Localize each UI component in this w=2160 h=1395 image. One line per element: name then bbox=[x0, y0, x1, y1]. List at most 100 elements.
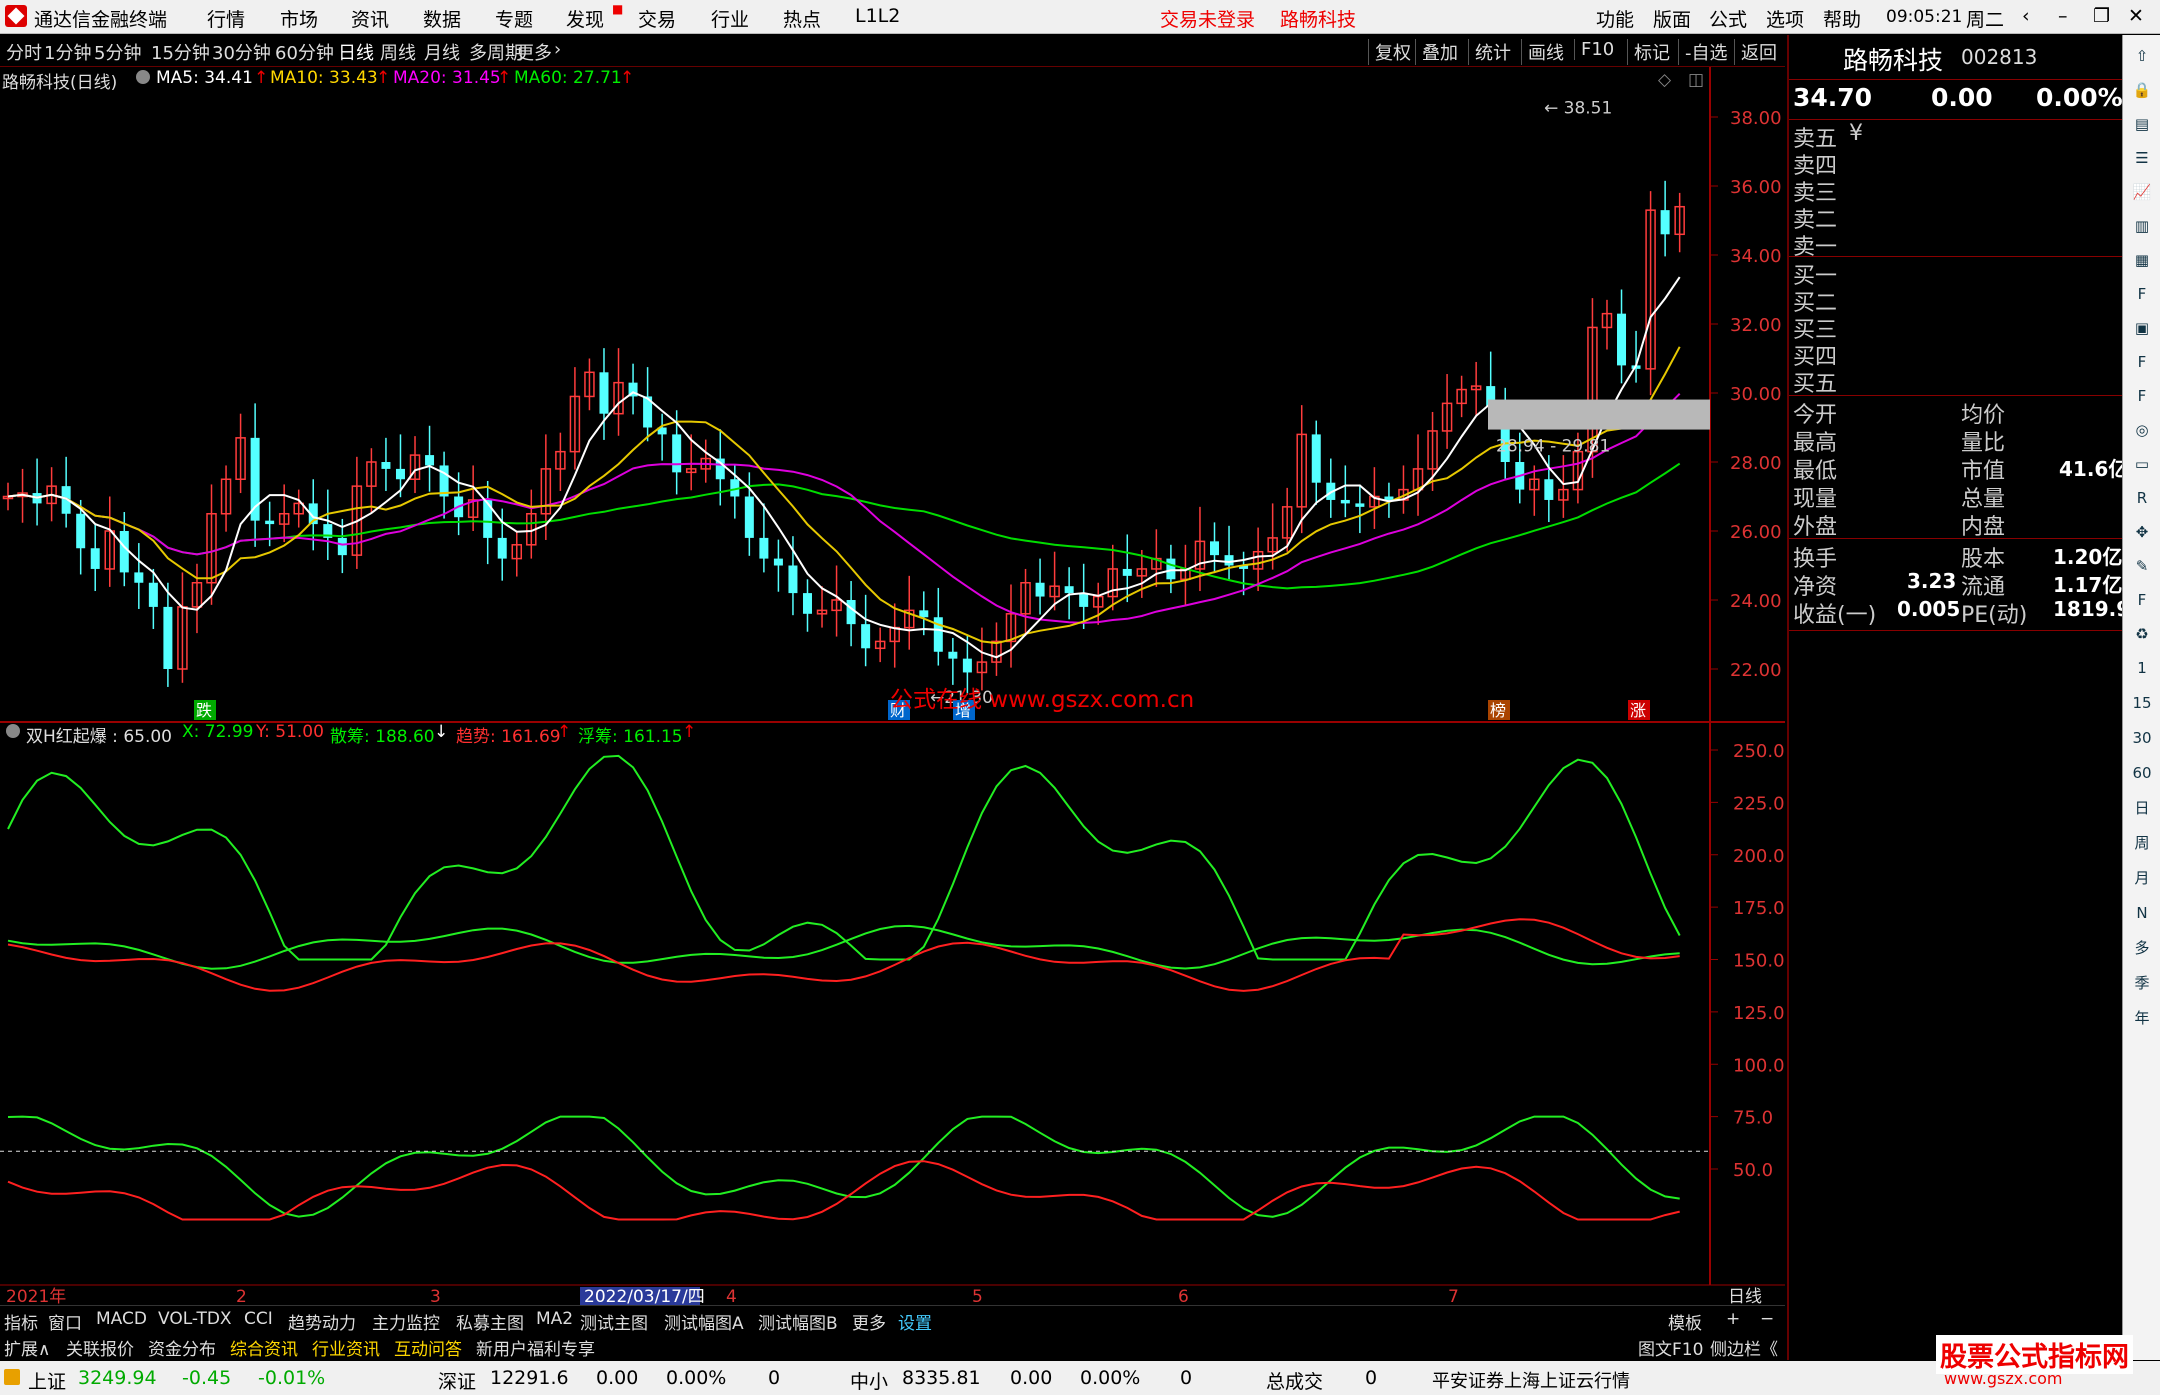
menu-shuju[interactable]: 数据 bbox=[423, 5, 461, 32]
recycle-icon[interactable]: ♻ bbox=[2129, 621, 2155, 647]
period-more[interactable]: 更多 bbox=[516, 39, 552, 65]
restore-icon[interactable]: ❐ bbox=[2093, 5, 2110, 27]
more-chevron-icon[interactable]: › bbox=[554, 39, 561, 60]
circle-icon[interactable]: ◎ bbox=[2129, 417, 2155, 443]
f10-icon[interactable]: F bbox=[2129, 281, 2155, 307]
tool-fuquan[interactable]: 复权 bbox=[1368, 39, 1411, 65]
back-icon[interactable]: ‹ bbox=[2022, 5, 2030, 27]
candle-icon[interactable]: ▥ bbox=[2129, 213, 2155, 239]
zx-label[interactable]: 中小 bbox=[850, 1367, 888, 1394]
menu-faxian[interactable]: 发现 bbox=[566, 5, 604, 32]
menu-jiaoyi[interactable]: 交易 bbox=[638, 5, 676, 32]
compass-icon[interactable]: ✥ bbox=[2129, 519, 2155, 545]
tab-extension-3[interactable]: 综合资讯 bbox=[230, 1335, 298, 1360]
book-icon[interactable]: ▤ bbox=[2129, 111, 2155, 137]
menu-shichang[interactable]: 市场 bbox=[280, 5, 318, 32]
f5-icon[interactable]: F bbox=[2129, 587, 2155, 613]
period-fenshi[interactable]: 分时 bbox=[6, 39, 42, 65]
menu-bangzhu[interactable]: 帮助 bbox=[1823, 5, 1861, 32]
menu-xuanxiang[interactable]: 选项 bbox=[1766, 5, 1804, 32]
chart-icon[interactable]: 📈 bbox=[2129, 179, 2155, 205]
menu-zhuanti[interactable]: 专题 bbox=[495, 5, 533, 32]
doc-icon[interactable]: ▣ bbox=[2129, 315, 2155, 341]
tab-template-2[interactable]: − bbox=[1760, 1309, 1774, 1329]
sidebar-period-22[interactable]: 日 bbox=[2129, 795, 2155, 821]
trade-status[interactable]: 交易未登录 bbox=[1160, 5, 1255, 32]
tab-extension-2[interactable]: 资金分布 bbox=[148, 1335, 216, 1360]
period-15min[interactable]: 15分钟 bbox=[151, 39, 210, 65]
rsi-icon[interactable]: R bbox=[2129, 485, 2155, 511]
tab-indicator-1[interactable]: 窗口 bbox=[48, 1309, 82, 1334]
tab-template-0[interactable]: 模板 bbox=[1668, 1309, 1702, 1334]
tab-side-0[interactable]: 图文F10 bbox=[1638, 1335, 1703, 1360]
sidebar-period-23[interactable]: 周 bbox=[2129, 830, 2155, 856]
market-icon[interactable] bbox=[4, 1369, 20, 1385]
menu-banmian[interactable]: 版面 bbox=[1653, 5, 1691, 32]
tab-indicator-13[interactable]: 设置 bbox=[898, 1309, 932, 1334]
tab-indicator-6[interactable]: 主力监控 bbox=[372, 1309, 440, 1334]
tab-indicator-0[interactable]: 指标 bbox=[4, 1309, 38, 1334]
sidebar-period-28[interactable]: 年 bbox=[2129, 1005, 2155, 1031]
tab-extension-5[interactable]: 互动问答 bbox=[394, 1335, 462, 1360]
tab-indicator-2[interactable]: MACD bbox=[96, 1309, 147, 1329]
sidebar-period-21[interactable]: 60 bbox=[2129, 760, 2155, 786]
server-name[interactable]: 平安证券上海上证云行情 bbox=[1432, 1367, 1630, 1393]
tab-indicator-3[interactable]: VOL-TDX bbox=[158, 1309, 232, 1329]
indicator-settings-icon[interactable] bbox=[6, 724, 20, 738]
tool-fanhui[interactable]: 返回 bbox=[1734, 39, 1777, 65]
sidebar-period-18[interactable]: 1 bbox=[2129, 655, 2155, 681]
tab-indicator-7[interactable]: 私募主图 bbox=[456, 1309, 524, 1334]
sidebar-period-26[interactable]: 多 bbox=[2129, 935, 2155, 961]
tab-indicator-5[interactable]: 趋势动力 bbox=[288, 1309, 356, 1334]
settings-dot-icon[interactable] bbox=[136, 70, 150, 84]
tool-tongji[interactable]: 统计 bbox=[1468, 39, 1511, 65]
tab-indicator-12[interactable]: 更多 bbox=[852, 1309, 886, 1334]
sidebar-period-24[interactable]: 月 bbox=[2129, 865, 2155, 891]
f-icon[interactable]: F bbox=[2129, 349, 2155, 375]
pen-icon[interactable]: ✎ bbox=[2129, 553, 2155, 579]
tool-diejia[interactable]: 叠加 bbox=[1415, 39, 1458, 65]
sidebar-period-27[interactable]: 季 bbox=[2129, 970, 2155, 996]
sh-label[interactable]: 上证 bbox=[28, 1367, 66, 1394]
sidebar-period-25[interactable]: N bbox=[2129, 900, 2155, 926]
sidebar-period-19[interactable]: 15 bbox=[2129, 690, 2155, 716]
lock-icon[interactable]: 🔒 bbox=[2129, 77, 2155, 103]
period-1min[interactable]: 1分钟 bbox=[44, 39, 91, 65]
f2-icon[interactable]: F bbox=[2129, 383, 2155, 409]
menu-gongshi[interactable]: 公式 bbox=[1709, 5, 1747, 32]
sidebar-period-20[interactable]: 30 bbox=[2129, 725, 2155, 751]
tab-indicator-4[interactable]: CCI bbox=[244, 1309, 273, 1329]
period-multi[interactable]: 多周期 bbox=[469, 39, 523, 65]
tab-indicator-10[interactable]: 测试幅图A bbox=[664, 1309, 744, 1334]
up-arrow-icon[interactable]: ⇧ bbox=[2129, 43, 2155, 69]
minimize-icon[interactable]: – bbox=[2058, 5, 2068, 27]
tab-extension-4[interactable]: 行业资讯 bbox=[312, 1335, 380, 1360]
menu-hangqing[interactable]: 行情 bbox=[207, 5, 245, 32]
tab-extension-1[interactable]: 关联报价 bbox=[66, 1335, 134, 1360]
period-60min[interactable]: 60分钟 bbox=[275, 39, 334, 65]
news-icon[interactable]: ▦ bbox=[2129, 247, 2155, 273]
tool-f10[interactable]: F10 bbox=[1574, 39, 1614, 60]
menu-l1l2[interactable]: L1L2 bbox=[855, 5, 900, 27]
panel-toggle-icon[interactable]: ◫ bbox=[1688, 70, 1704, 90]
period-weekly[interactable]: 周线 bbox=[380, 39, 416, 65]
tool-huaxian[interactable]: 画线 bbox=[1521, 39, 1564, 65]
zoom-diamond-icon[interactable]: ◇ bbox=[1658, 70, 1671, 90]
menu-redian[interactable]: 热点 bbox=[783, 5, 821, 32]
period-daily[interactable]: 日线 bbox=[338, 39, 374, 65]
tab-extension-6[interactable]: 新用户福利专享 bbox=[476, 1335, 595, 1360]
tab-side-1[interactable]: 侧边栏《 bbox=[1710, 1335, 1778, 1360]
menu-hangye[interactable]: 行业 bbox=[711, 5, 749, 32]
close-icon[interactable]: ✕ bbox=[2128, 5, 2144, 27]
tab-indicator-11[interactable]: 测试幅图B bbox=[758, 1309, 838, 1334]
tab-template-1[interactable]: + bbox=[1726, 1309, 1740, 1329]
tool-zixuan[interactable]: -自选 bbox=[1678, 39, 1728, 65]
period-30min[interactable]: 30分钟 bbox=[212, 39, 271, 65]
period-monthly[interactable]: 月线 bbox=[424, 39, 460, 65]
period-5min[interactable]: 5分钟 bbox=[94, 39, 141, 65]
tab-indicator-9[interactable]: 测试主图 bbox=[580, 1309, 648, 1334]
tab-extension-0[interactable]: 扩展∧ bbox=[4, 1335, 50, 1360]
menu-gongneng[interactable]: 功能 bbox=[1596, 5, 1634, 32]
sz-label[interactable]: 深证 bbox=[438, 1367, 476, 1394]
menu-zixun[interactable]: 资讯 bbox=[351, 5, 389, 32]
